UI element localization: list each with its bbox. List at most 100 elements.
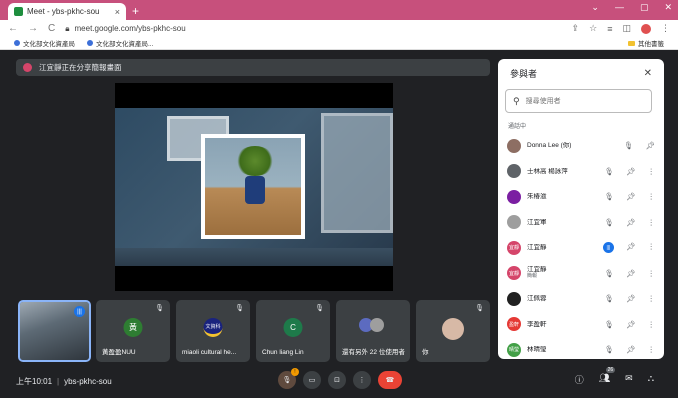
- new-tab-button[interactable]: +: [132, 4, 139, 18]
- people-icon[interactable]: 👥︎ 26: [599, 367, 616, 386]
- folder-icon: [628, 40, 635, 46]
- participant-tile[interactable]: 🎙︎ 黃 黃盈盈NUU: [96, 300, 170, 362]
- more-options-button[interactable]: ⋮: [353, 371, 371, 389]
- participant-row[interactable]: 江宜軍 🎙︎ 📌︎ ⋮: [498, 210, 664, 236]
- avatar: [507, 215, 521, 230]
- more-options-icon[interactable]: ⋮: [648, 345, 656, 354]
- slide-center-picture: [201, 134, 305, 239]
- participant-row[interactable]: 江佩蓉 🎙︎ 📌︎ ⋮: [498, 286, 664, 312]
- participant-row[interactable]: 朱椿滋 🎙︎ 📌︎ ⋮: [498, 184, 664, 210]
- participant-row[interactable]: 士林高 楊詠萍 🎙︎ 📌︎ ⋮: [498, 159, 664, 185]
- pin-icon[interactable]: 📌︎: [626, 167, 636, 176]
- more-options-icon[interactable]: ⋮: [648, 167, 656, 176]
- tab-search-icon[interactable]: ⌄: [591, 2, 599, 13]
- window-controls: ⌄ — ▢ ✕: [591, 2, 672, 13]
- pin-icon[interactable]: 📌︎: [626, 294, 636, 303]
- others-tile[interactable]: 還有另外 22 位使用者: [336, 300, 410, 362]
- participant-name: 江宜軍: [527, 218, 547, 226]
- mic-off-icon[interactable]: 🎙︎: [604, 345, 614, 354]
- bookmark-item[interactable]: 文化部文化資產局...: [87, 38, 153, 48]
- tab-close-icon[interactable]: ×: [115, 7, 120, 17]
- participant-row[interactable]: 盈軒 李盈軒 🎙︎ 📌︎ ⋮: [498, 312, 664, 338]
- more-menu-icon[interactable]: ⋮: [661, 23, 670, 34]
- forward-arrow-icon[interactable]: →: [28, 23, 38, 34]
- participant-tile[interactable]: 🎙︎ 文資科 miaoli cultural he...: [176, 300, 250, 362]
- reload-icon[interactable]: C: [48, 23, 55, 34]
- participant-name: 江宜靜: [527, 244, 547, 252]
- pin-icon[interactable]: 📌︎: [626, 192, 636, 201]
- avatar: [442, 318, 464, 340]
- participant-name: 士林高 楊詠萍: [527, 167, 568, 175]
- avatar: 晴瑩: [507, 342, 521, 357]
- pin-icon[interactable]: 📌︎: [626, 218, 636, 227]
- mic-off-icon[interactable]: 🎙︎: [604, 320, 614, 329]
- mic-off-icon[interactable]: 🎙︎: [604, 167, 614, 176]
- url-field[interactable]: 🔒︎ meet.google.com/ybs-pkhc-sou: [65, 24, 185, 34]
- mic-off-icon[interactable]: 🎙︎: [604, 294, 614, 303]
- row-actions: 🎙︎ 📌︎ ⋮: [603, 269, 655, 278]
- plant-pot: [245, 176, 265, 204]
- pin-icon[interactable]: 📌︎: [626, 345, 636, 354]
- more-options-icon[interactable]: ⋮: [648, 192, 656, 201]
- reading-list-icon[interactable]: ≡: [607, 24, 612, 34]
- participant-tile[interactable]: 🎙︎ 你: [416, 300, 490, 362]
- avatar: [507, 138, 521, 153]
- minimize-button[interactable]: —: [615, 2, 624, 13]
- mic-off-icon: 🎙︎: [155, 305, 164, 312]
- star-icon[interactable]: ☆: [589, 23, 597, 34]
- self-video-tile[interactable]: |||: [18, 300, 91, 362]
- avatar: C: [283, 318, 303, 337]
- back-arrow-icon[interactable]: ←: [8, 23, 18, 34]
- participant-name: 黃盈盈NUU: [102, 349, 136, 356]
- side-panel-icon[interactable]: ◫: [622, 23, 631, 34]
- other-bookmarks[interactable]: 其他書籤: [628, 38, 664, 48]
- leave-call-button[interactable]: ☎︎: [378, 371, 402, 389]
- meeting-details-icon[interactable]: ⓘ: [575, 373, 584, 386]
- more-options-icon[interactable]: ⋮: [648, 320, 656, 329]
- unpin-icon[interactable]: 📌︎: [626, 269, 636, 278]
- profile-avatar[interactable]: [641, 23, 651, 34]
- mic-off-icon[interactable]: 🎙︎: [604, 192, 614, 201]
- row-actions: 🎙︎ 📌︎ ⋮: [603, 345, 655, 354]
- maximize-button[interactable]: ▢: [640, 2, 649, 13]
- mic-off-icon: 🎙︎: [315, 305, 324, 312]
- pin-icon[interactable]: 📌︎: [645, 141, 655, 150]
- activities-icon[interactable]: ⛬: [648, 373, 654, 386]
- close-icon[interactable]: ✕: [644, 68, 652, 79]
- mic-off-icon[interactable]: 🎙︎: [604, 269, 614, 278]
- share-icon[interactable]: ⇪: [572, 23, 580, 34]
- participant-subtitle: 簡報: [527, 273, 538, 280]
- participant-row[interactable]: 晴瑩 林晴瑩 🎙︎ 📌︎ ⋮: [498, 337, 664, 359]
- bookmark-item[interactable]: 文化部文化資產局: [14, 38, 75, 48]
- search-placeholder: 搜尋使用者: [525, 98, 561, 105]
- more-options-icon[interactable]: ⋮: [648, 269, 656, 278]
- browser-tab-bar: Meet - ybs-pkhc-sou × + ⌄ — ▢ ✕: [0, 0, 678, 20]
- camera-button[interactable]: ▭: [303, 371, 321, 389]
- pin-icon[interactable]: 📌︎: [626, 320, 636, 329]
- avatar: 黃: [123, 318, 143, 337]
- mic-button[interactable]: 🎙︎!: [278, 368, 299, 389]
- participant-name: Chun liang Lin: [262, 349, 304, 356]
- present-button[interactable]: ⊡: [328, 371, 346, 389]
- row-actions: 🎙︎ 📌︎ ⋮: [603, 192, 655, 201]
- presentation-slide: [115, 108, 393, 266]
- participant-name: 林晴瑩: [527, 346, 547, 354]
- mic-off-icon[interactable]: 🎙︎: [624, 141, 634, 150]
- search-input[interactable]: ⚲ 搜尋使用者: [505, 89, 652, 113]
- browser-tab[interactable]: Meet - ybs-pkhc-sou ×: [8, 3, 126, 20]
- participant-tile[interactable]: 🎙︎ C Chun liang Lin: [256, 300, 330, 362]
- mic-off-icon[interactable]: 🎙︎: [604, 218, 614, 227]
- bookmarks-bar: 文化部文化資產局 文化部文化資產局... 其他書籤: [0, 37, 678, 50]
- participant-row[interactable]: Donna Lee (你) 🎙︎ 📌︎: [498, 133, 664, 159]
- chat-icon[interactable]: ✉︎: [625, 373, 633, 386]
- participant-row[interactable]: 宜靜 江宜靜 簡報 🎙︎ 📌︎ ⋮: [498, 261, 664, 287]
- participant-row[interactable]: 宜靜 江宜靜 ||| 📌︎ ⋮: [498, 235, 664, 261]
- more-options-icon[interactable]: ⋮: [648, 294, 656, 303]
- pin-icon[interactable]: 📌︎: [626, 242, 636, 253]
- people-panel-header: 參與者 ✕: [498, 59, 664, 87]
- close-window-button[interactable]: ✕: [664, 2, 672, 13]
- avatar: 宜靜: [507, 266, 521, 281]
- more-options-icon[interactable]: ⋮: [648, 218, 656, 227]
- avatar: 宜靜: [507, 240, 521, 255]
- more-options-icon[interactable]: ⋮: [648, 242, 656, 253]
